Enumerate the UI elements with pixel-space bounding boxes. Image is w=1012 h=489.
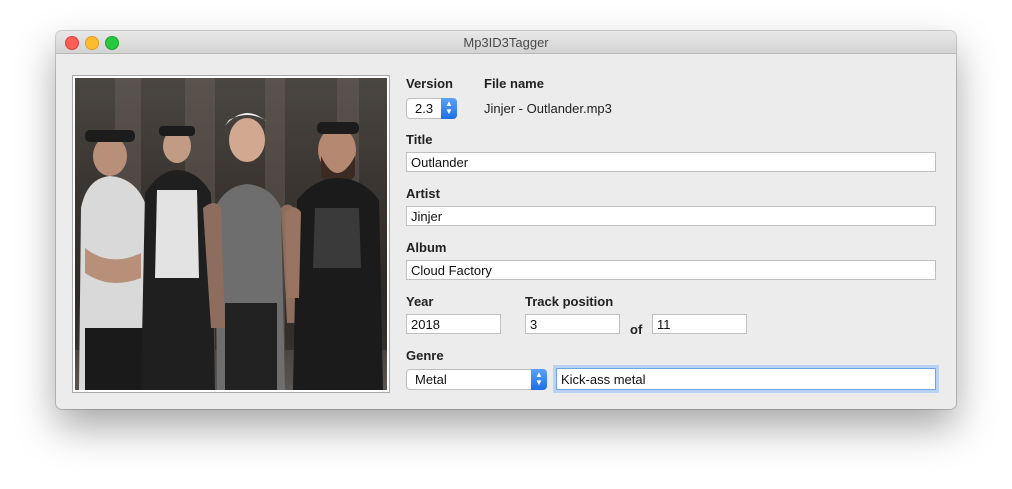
version-value: 2.3 — [415, 101, 434, 116]
genre-custom-field[interactable] — [556, 368, 936, 390]
track-number-field[interactable] — [525, 314, 620, 334]
artist-field[interactable] — [406, 206, 936, 226]
genre-selected-value: Metal — [415, 372, 447, 387]
album-field[interactable] — [406, 260, 936, 280]
year-field[interactable] — [406, 314, 501, 334]
title-bar: Mp3ID3Tagger — [56, 31, 956, 54]
window-title: Mp3ID3Tagger — [463, 35, 549, 50]
album-cover-image — [75, 78, 387, 390]
artist-label: Artist — [406, 186, 440, 201]
title-field[interactable] — [406, 152, 936, 172]
album-cover-frame[interactable] — [72, 75, 390, 393]
track-of-label: of — [630, 322, 643, 337]
track-position-label: Track position — [525, 294, 614, 309]
up-down-arrows-icon: ▲ ▼ — [441, 98, 457, 119]
title-label: Title — [406, 132, 433, 147]
genre-label: Genre — [406, 348, 444, 363]
album-label: Album — [406, 240, 447, 255]
up-down-arrows-icon: ▲ ▼ — [531, 369, 547, 390]
app-window: Mp3ID3Tagger Version 2.3 ▲ ▼ File name J… — [56, 31, 956, 409]
file-name-value: Jinjer - Outlander.mp3 — [484, 101, 612, 116]
version-select[interactable]: 2.3 ▲ ▼ — [406, 98, 457, 119]
year-label: Year — [406, 294, 434, 309]
track-total-field[interactable] — [652, 314, 747, 334]
version-label: Version — [406, 76, 453, 91]
file-name-label: File name — [484, 76, 544, 91]
genre-select[interactable]: Metal ▲ ▼ — [406, 369, 547, 390]
band-photo-icon — [79, 113, 383, 390]
